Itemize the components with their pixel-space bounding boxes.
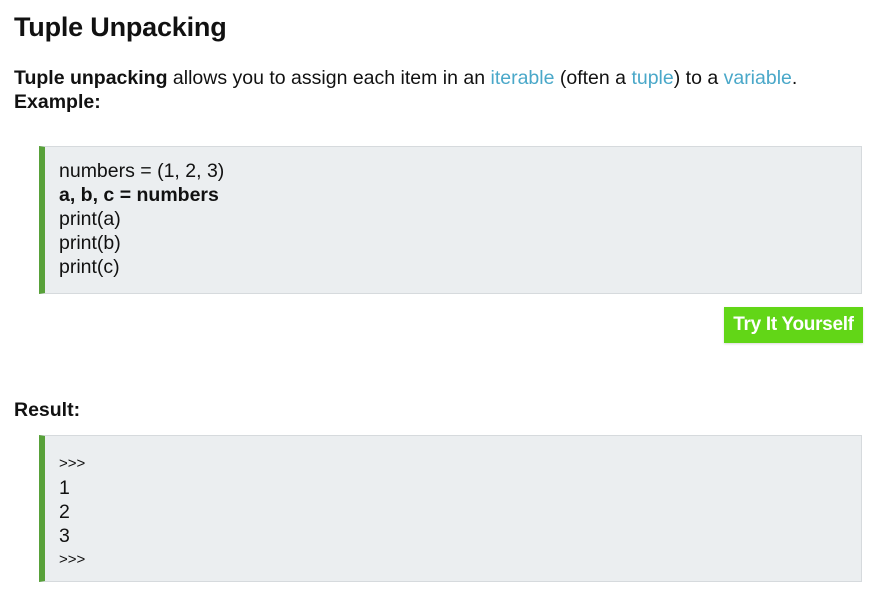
intro-text-4: . <box>791 67 798 89</box>
page-title: Tuple Unpacking <box>14 12 227 42</box>
example-code-box: numbers = (1, 2, 3) a, b, c = numbers pr… <box>39 146 862 294</box>
intro-text-1: allows you to assign each item in an <box>167 67 491 89</box>
try-it-yourself-button[interactable]: Try It Yourself <box>724 307 863 343</box>
output-line-prompt: >>> <box>59 551 86 568</box>
lesson-page: Tuple Unpacking Tuple unpacking allows y… <box>0 0 892 613</box>
output-line: 1 <box>59 477 70 499</box>
output-line-prompt: >>> <box>59 455 86 472</box>
code-line-highlighted: a, b, c = numbers <box>59 184 219 206</box>
code-line: numbers = (1, 2, 3) <box>59 160 225 182</box>
tuple-link[interactable]: tuple <box>631 67 673 89</box>
code-line: print(c) <box>59 256 120 278</box>
iterable-link[interactable]: iterable <box>491 67 555 89</box>
result-output-box: >>> 1 2 3 >>> <box>39 435 862 582</box>
example-label: Example: <box>14 91 101 113</box>
result-label: Result: <box>14 399 81 421</box>
variable-link[interactable]: variable <box>724 67 792 89</box>
code-line: print(a) <box>59 208 121 230</box>
intro-paragraph: Tuple unpacking allows you to assign eac… <box>14 66 874 114</box>
output-line: 3 <box>59 525 70 547</box>
intro-text-3: ) to a <box>673 67 724 89</box>
intro-text-2: (often a <box>554 67 632 89</box>
output-line: 2 <box>59 501 70 523</box>
code-line: print(b) <box>59 232 121 254</box>
intro-term: Tuple unpacking <box>14 67 168 89</box>
